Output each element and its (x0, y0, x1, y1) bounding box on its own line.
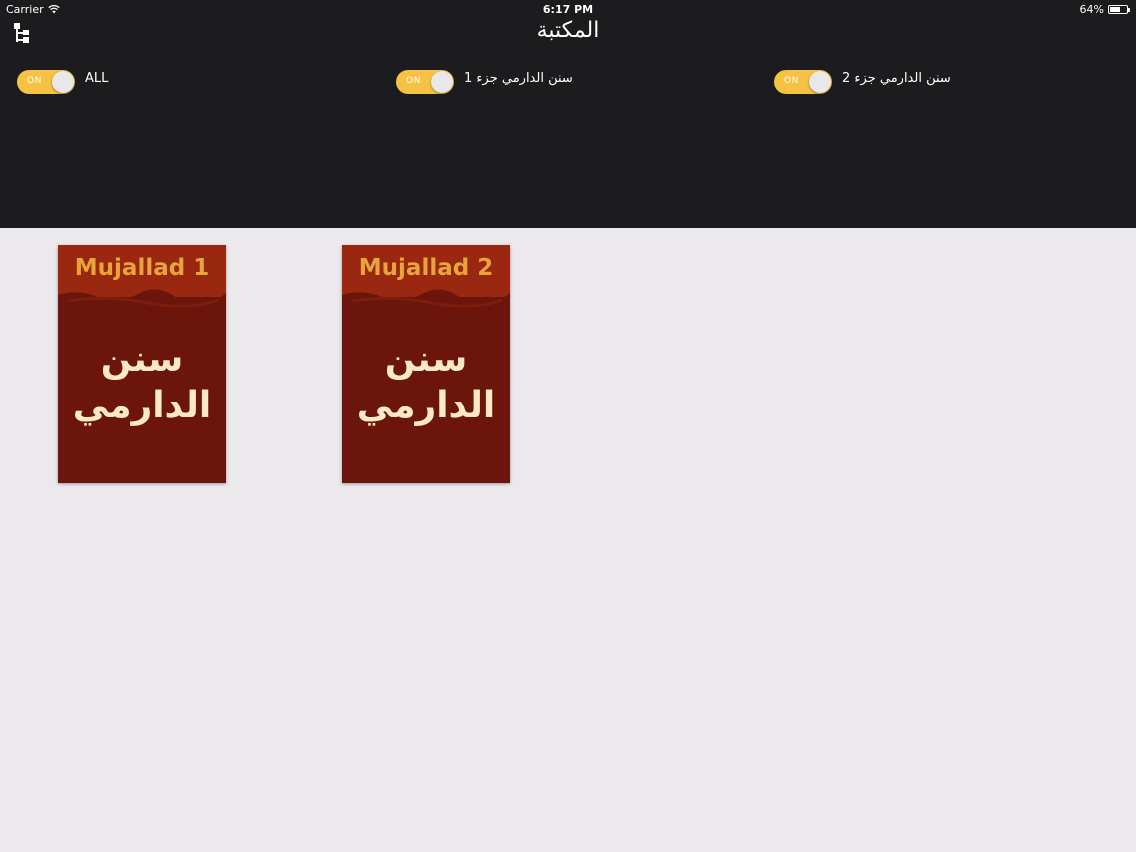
battery-icon (1108, 5, 1130, 14)
status-bar: Carrier 6:17 PM 64% (0, 0, 1136, 18)
toggle-state-label: ON (27, 76, 42, 86)
filter-label-volume-1: سنن الدارمي جزء 1 (464, 70, 573, 86)
book-cover-volume-2[interactable]: Mujallad 2 سنن الدارمي (342, 245, 510, 483)
book-title-line-2: الدارمي (72, 385, 212, 426)
toggle-state-label: ON (406, 76, 421, 86)
page-title: المكتبة (536, 18, 600, 43)
status-time: 6:17 PM (542, 3, 594, 16)
book-title: سنن الدارمي (58, 337, 226, 429)
toggle-switch-volume-2[interactable]: ON (774, 70, 832, 94)
book-shelf: Mujallad 1 سنن الدارمي Mujallad 2 سنن ال… (0, 245, 1136, 485)
book-label: Mujallad 1 (74, 255, 210, 281)
status-right: 64% (1079, 3, 1130, 16)
toggle-switch-volume-1[interactable]: ON (396, 70, 454, 94)
toggle-knob (809, 71, 831, 93)
book-cover-volume-1[interactable]: Mujallad 1 سنن الدارمي (58, 245, 226, 483)
header: Carrier 6:17 PM 64% المكتبة ON ALL ON سن… (0, 0, 1136, 228)
book-title-line-1: سنن (100, 339, 184, 380)
toggle-switch-all[interactable]: ON (17, 70, 75, 94)
filter-all: ON ALL (17, 70, 108, 94)
battery-percent: 64% (1079, 3, 1104, 16)
toggle-knob (431, 71, 453, 93)
toggle-knob (52, 71, 74, 93)
book-title-line-2: الدارمي (356, 385, 496, 426)
filter-row: ON ALL ON سنن الدارمي جزء 1 ON سنن الدار… (0, 70, 1136, 100)
filter-volume-2: ON سنن الدارمي جزء 2 (774, 70, 951, 94)
book-title: سنن الدارمي (342, 337, 510, 429)
book-label: Mujallad 2 (358, 255, 494, 281)
filter-label-all: ALL (85, 70, 109, 86)
filter-label-volume-2: سنن الدارمي جزء 2 (842, 70, 951, 86)
battery-fill (1110, 7, 1120, 12)
toggle-state-label: ON (784, 76, 799, 86)
book-title-line-1: سنن (384, 339, 468, 380)
filter-volume-1: ON سنن الدارمي جزء 1 (396, 70, 573, 94)
